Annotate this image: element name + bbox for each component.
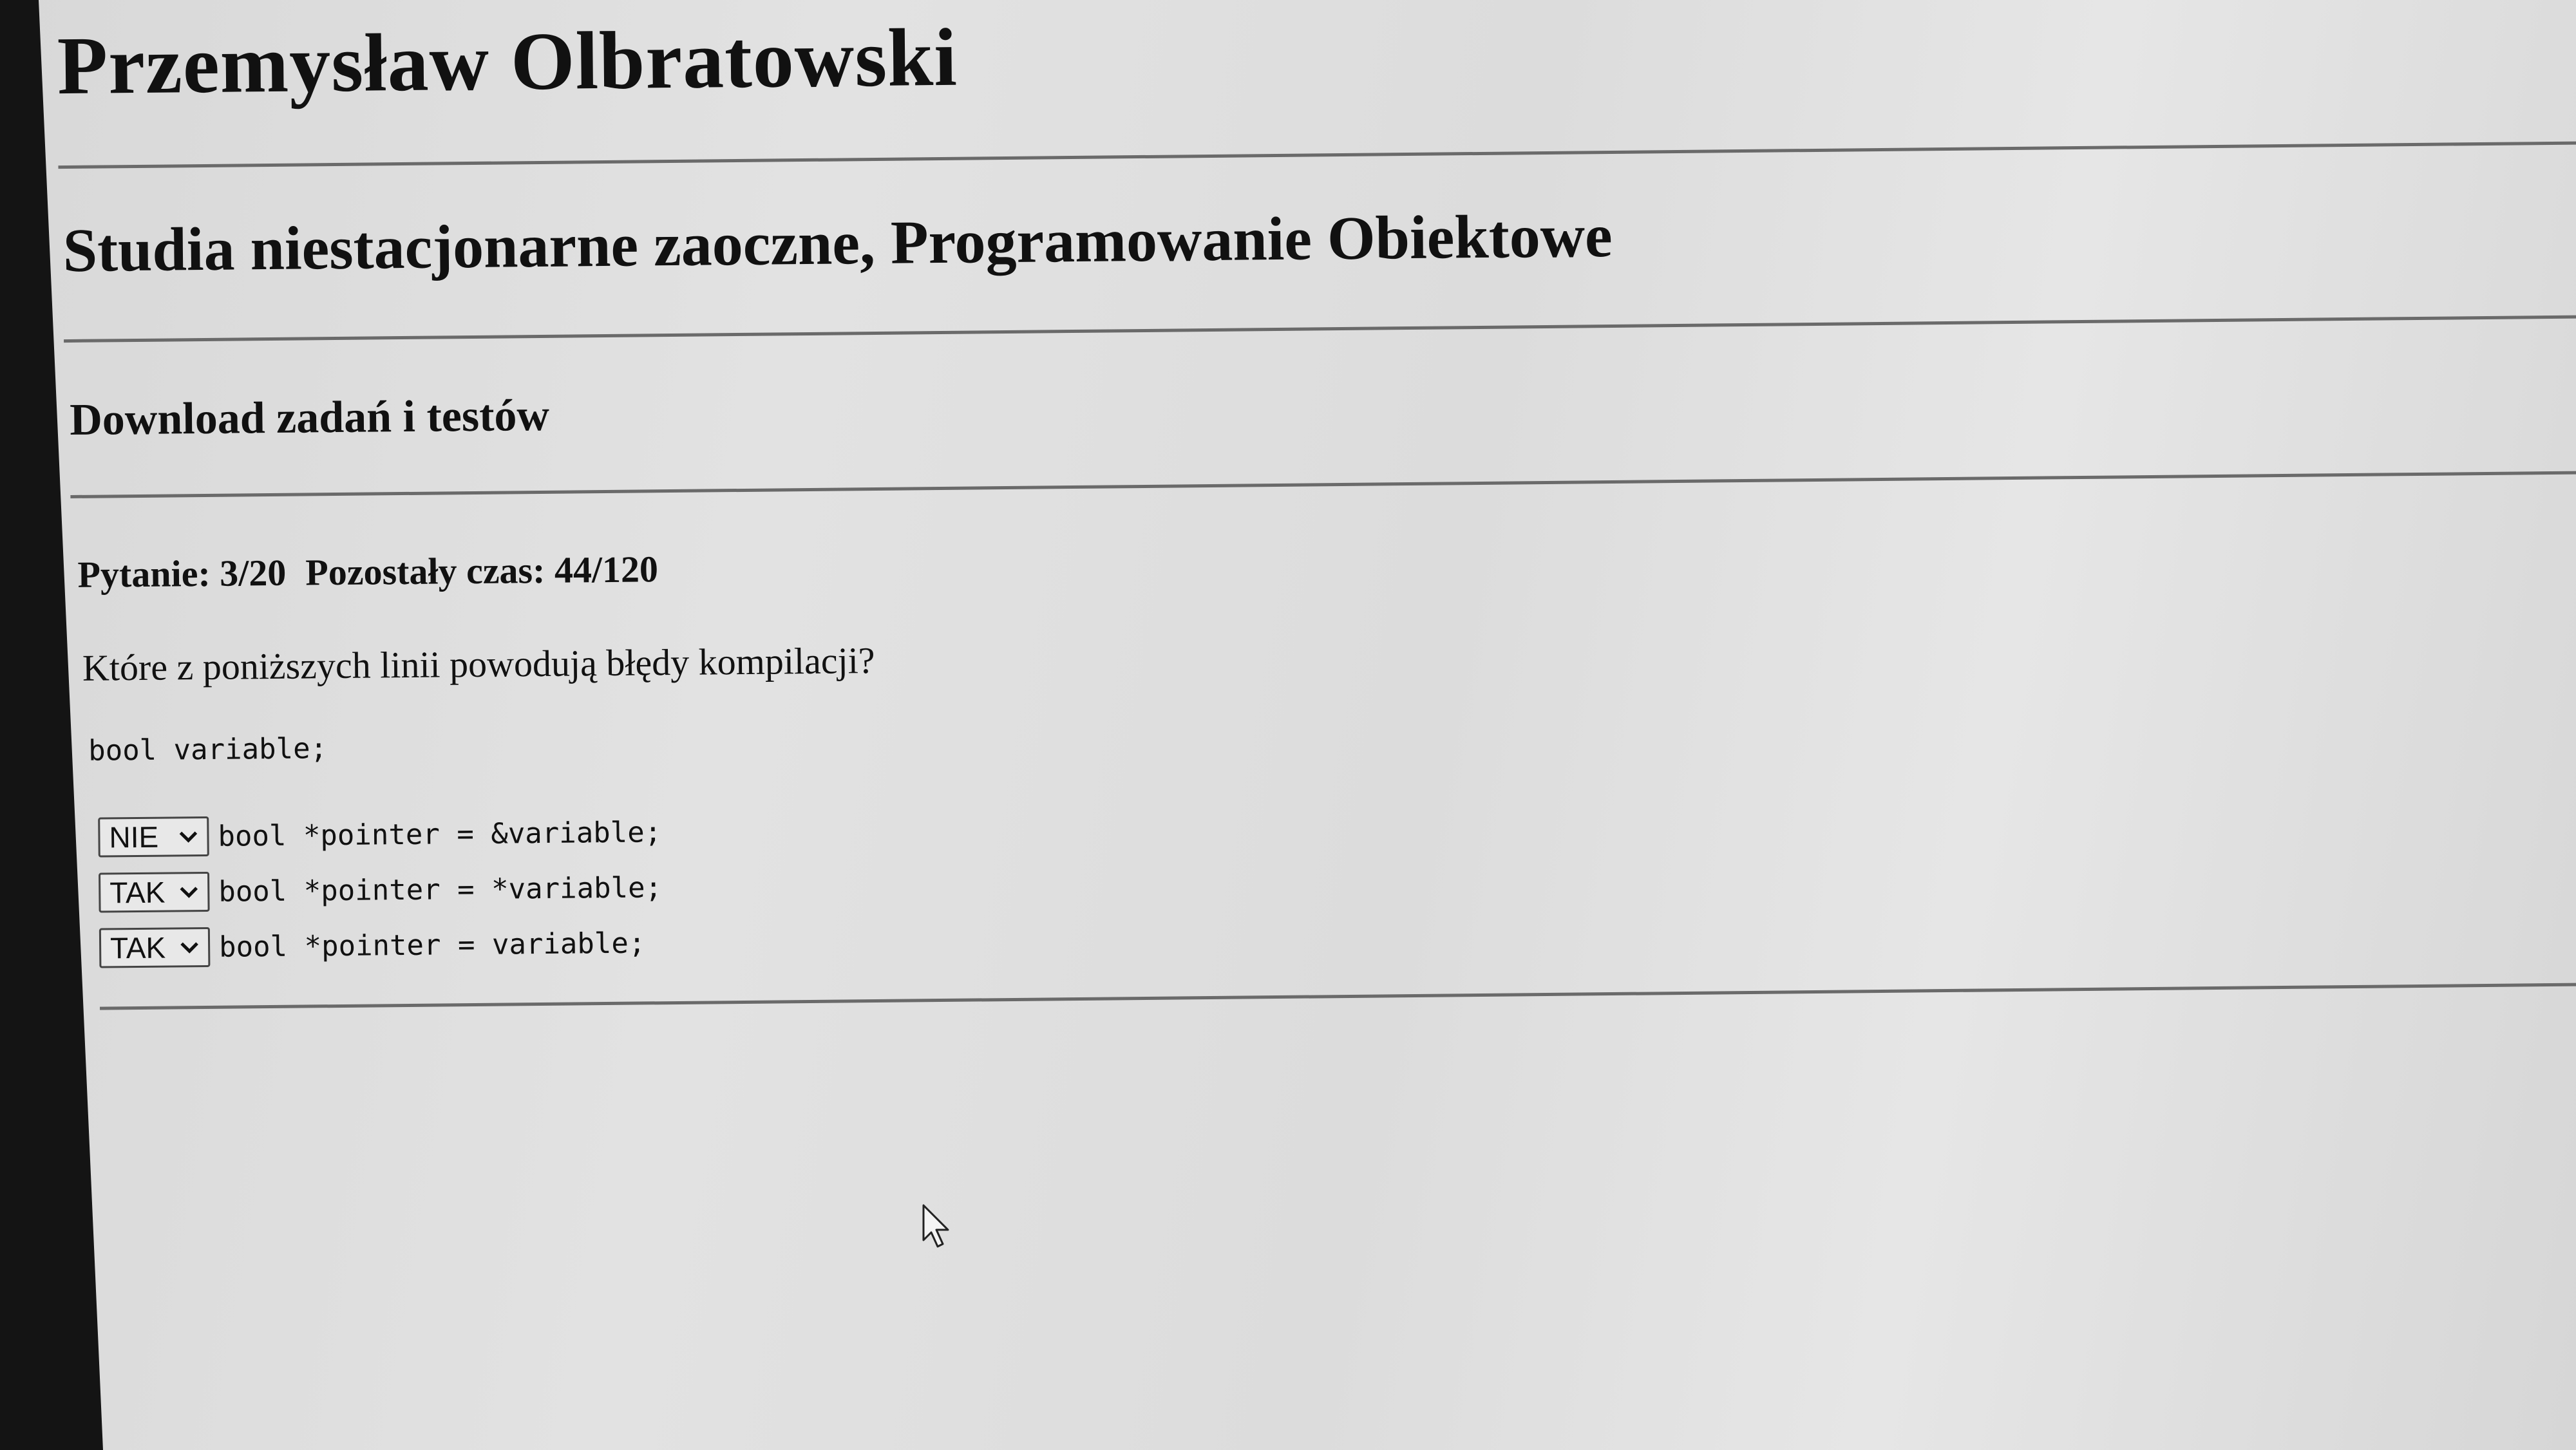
question-counter: Pytanie: 3/20: [77, 551, 287, 596]
quiz-page: Przemysław Olbratowski Studia niestacjon…: [39, 0, 2576, 1450]
time-remaining: Pozostały czas: 44/120: [305, 548, 659, 594]
answer-select-value: NIE: [109, 820, 159, 854]
answer-select-value: TAK: [109, 930, 166, 965]
answer-select-value: TAK: [109, 875, 166, 910]
answer-code: bool *pointer = &variable;: [218, 815, 662, 853]
answer-select[interactable]: NIE: [98, 816, 209, 858]
answer-select[interactable]: TAK: [99, 871, 210, 913]
chevron-down-icon: [178, 936, 200, 958]
browser-viewport: Przemysław Olbratowski Studia niestacjon…: [39, 0, 2576, 1450]
page-title: Przemysław Olbratowski: [57, 11, 958, 112]
question-text: Które z poniższych linii powodują błędy …: [82, 639, 875, 689]
chevron-down-icon: [177, 825, 199, 847]
mouse-pointer-icon: [922, 1204, 949, 1248]
answer-code: bool *pointer = variable;: [218, 926, 646, 964]
divider: [100, 983, 2576, 1010]
chevron-down-icon: [178, 881, 200, 903]
divider: [64, 315, 2576, 343]
divider: [70, 471, 2576, 498]
section-heading: Download zadań i testów: [69, 390, 550, 445]
answer-select[interactable]: TAK: [99, 927, 211, 968]
course-heading: Studia niestacjonarne zaoczne, Programow…: [62, 200, 1613, 285]
quiz-status: Pytanie: 3/20 Pozostały czas: 44/120: [77, 547, 658, 596]
answer-row: NIE bool *pointer = &variable;: [98, 811, 661, 858]
answer-row: TAK bool *pointer = *variable;: [99, 867, 662, 913]
answer-code: bool *pointer = *variable;: [218, 871, 663, 909]
code-declaration: bool variable;: [88, 732, 328, 767]
divider: [58, 141, 2576, 169]
answer-row: TAK bool *pointer = variable;: [99, 922, 646, 968]
